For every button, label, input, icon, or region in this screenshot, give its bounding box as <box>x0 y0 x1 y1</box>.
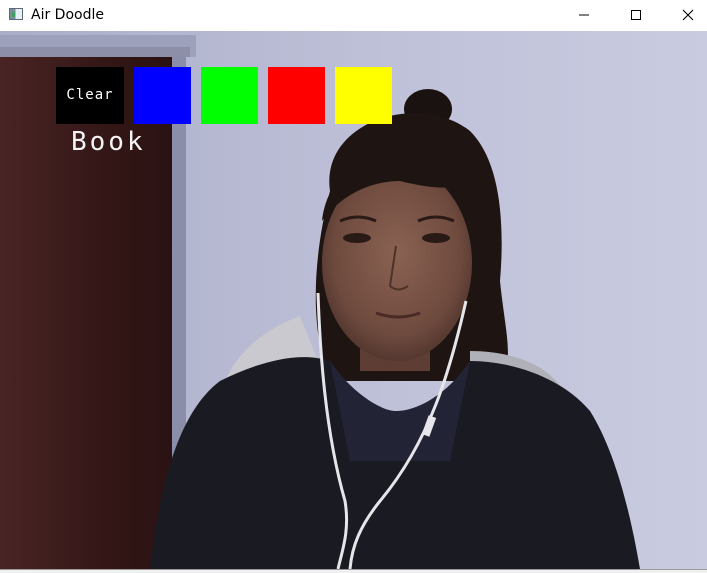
clear-button[interactable]: Clear <box>56 67 124 124</box>
app-window: Air Doodle Clear Book <box>0 0 707 573</box>
color-swatch-yellow[interactable] <box>335 67 392 124</box>
webcam-canvas[interactable]: Clear Book <box>0 31 707 569</box>
color-swatch-red[interactable] <box>268 67 325 124</box>
minimize-button[interactable] <box>559 0 609 31</box>
color-swatch-blue[interactable] <box>134 67 191 124</box>
window-bottom-border <box>0 569 707 573</box>
close-icon <box>682 9 694 21</box>
recognized-text-label: Book <box>71 127 146 157</box>
maximize-button[interactable] <box>611 0 661 31</box>
minimize-icon <box>579 14 589 16</box>
window-title: Air Doodle <box>31 7 104 23</box>
title-bar[interactable]: Air Doodle <box>0 0 707 31</box>
maximize-icon <box>631 10 641 20</box>
app-window-icon <box>9 8 23 20</box>
close-button[interactable] <box>663 0 707 31</box>
color-swatch-green[interactable] <box>201 67 258 124</box>
